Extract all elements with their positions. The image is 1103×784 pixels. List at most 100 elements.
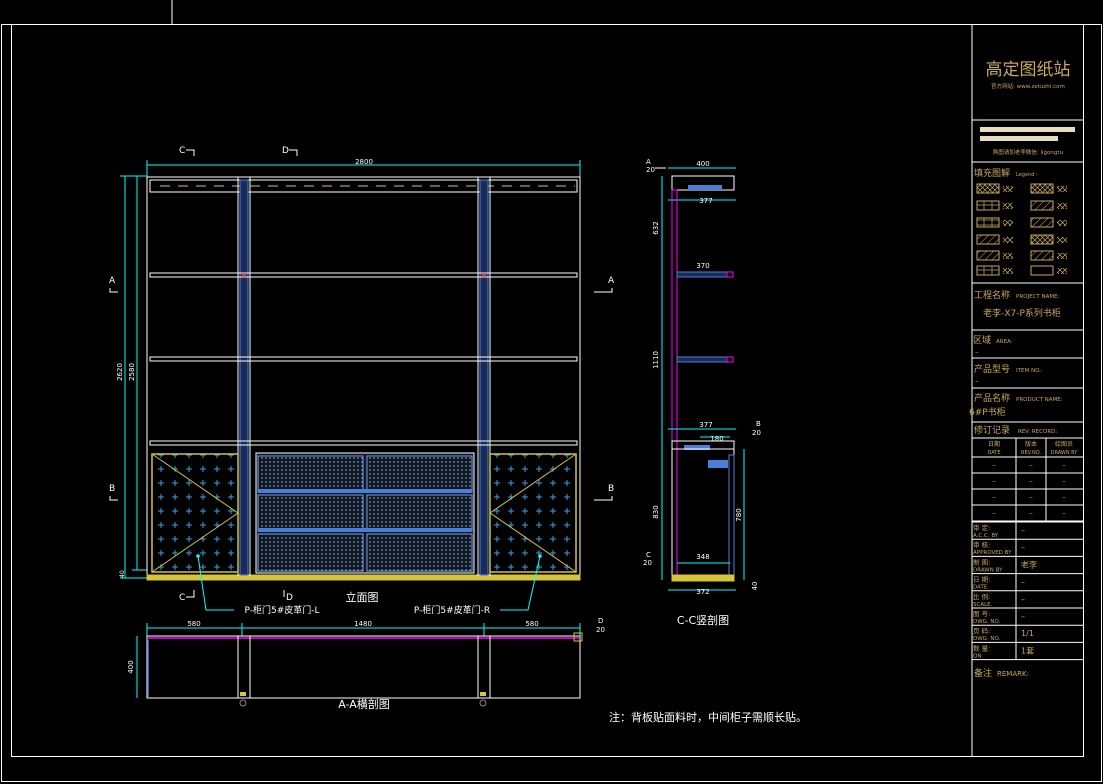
item-label: 产品型号 bbox=[974, 363, 1010, 375]
rev-cell: – bbox=[992, 461, 996, 469]
drawn-value: 老李 bbox=[1021, 559, 1037, 569]
acc-label: 审 定: bbox=[973, 523, 990, 532]
width-dim: 2800 bbox=[355, 158, 373, 166]
brand-title: 高定图纸站 bbox=[986, 60, 1071, 80]
door-left-label: P-柜门5#皮革门-L bbox=[244, 604, 319, 616]
sec-dim-632: 632 bbox=[652, 221, 660, 234]
remark-label: 备注 bbox=[974, 667, 992, 679]
sec-dim-377a: 377 bbox=[699, 197, 712, 205]
mark-b-left: B bbox=[109, 484, 115, 494]
plan-dim-left: 580 bbox=[187, 620, 200, 628]
mark-a-right: A bbox=[608, 276, 615, 286]
brand-site: 官方网站: www.zetuzhi.com bbox=[991, 82, 1065, 90]
height-dim-inner: 2580 bbox=[128, 363, 136, 381]
rev-cell: – bbox=[1029, 509, 1033, 517]
sec-dim-348: 348 bbox=[696, 553, 709, 561]
drawing-sheet: 高定图纸站 官方网站: www.zetuzhi.com 购图请加老李微信: li… bbox=[1, 0, 1102, 782]
elevation-view: C D 2800 2620 2580 40 A B A B C D 立面图 P-… bbox=[109, 146, 615, 616]
drawing-note: 注：背板贴面料时，中间柜子需顺长贴。 bbox=[609, 710, 807, 724]
plan-view: 580 1480 580 400 D 20 A-A横剖图 bbox=[127, 617, 605, 711]
revision-table: 日期 DATE 版本 REV.NO. 绘图员 DRAWN BY – – – – – – – – – – – – bbox=[972, 440, 1083, 522]
date-label-en: DATE. bbox=[973, 585, 989, 591]
acc-label-en: A.C.C. BY bbox=[973, 533, 999, 539]
dwg-value: – bbox=[1021, 612, 1025, 621]
rev-cell: – bbox=[1029, 493, 1033, 501]
acc-value: – bbox=[1021, 526, 1025, 535]
plan-dim-right: 580 bbox=[525, 620, 538, 628]
item-label-en: ITEM NO.: bbox=[1016, 368, 1043, 374]
sec-dim-180: 180 bbox=[710, 435, 723, 443]
appr-value: – bbox=[1021, 543, 1025, 552]
sec-mark-a: A bbox=[646, 158, 651, 166]
sec-top-dim: 400 bbox=[696, 160, 709, 168]
date-value: – bbox=[1021, 578, 1025, 587]
area-label: 区域 bbox=[973, 334, 991, 346]
sec-mark-b: B bbox=[756, 420, 761, 428]
area-value: – bbox=[975, 348, 979, 356]
plan-mark-d-num: 20 bbox=[596, 626, 605, 634]
scale-value: – bbox=[1021, 595, 1025, 604]
door-right-label: P-柜门5#皮革门-R bbox=[414, 604, 490, 616]
sec-dim-370: 370 bbox=[696, 262, 709, 270]
rev-label: 修订记录 bbox=[974, 424, 1010, 436]
mark-c-bottom: C bbox=[179, 593, 185, 603]
sheet-border bbox=[1, 24, 1102, 782]
project-value: 老李-X7-P系列书柜 bbox=[983, 307, 1061, 319]
sec-dim-372: 372 bbox=[696, 588, 709, 596]
rev-cell: – bbox=[1062, 509, 1066, 517]
dwg-label-en: DWG. NO. bbox=[973, 619, 1001, 625]
legend-swatches bbox=[976, 183, 1067, 276]
sec-dim-40: 40 bbox=[751, 582, 759, 591]
legend-title: 填充图解 bbox=[974, 167, 1010, 179]
project-label: 工程名称 bbox=[974, 289, 1010, 301]
rev-header-en: REV.NO. bbox=[1021, 450, 1041, 456]
right-door bbox=[489, 453, 577, 573]
sec-dim-377b: 377 bbox=[699, 421, 712, 429]
mark-c-top: C bbox=[179, 146, 185, 156]
sec-dim-780: 780 bbox=[735, 508, 743, 521]
plan-mark-d: D bbox=[598, 617, 603, 625]
plan-dim-mid: 1480 bbox=[354, 620, 372, 628]
legend-sub: Legend : bbox=[1016, 172, 1038, 178]
mark-b-right: B bbox=[608, 484, 614, 494]
dwg-label: 图 号: bbox=[973, 610, 990, 618]
page-label-en: DWG. NO. bbox=[973, 636, 1001, 642]
rev-label-en: REV. RECORD: bbox=[1018, 429, 1057, 435]
appr-label: 审 核: bbox=[973, 540, 990, 549]
product-value: 6#P书柜 bbox=[969, 406, 1006, 418]
rev-header: 绘图员 bbox=[1055, 440, 1073, 448]
scale-label-en: SCALE. bbox=[973, 602, 993, 608]
contact-text: 购图请加老李微信: ligongtu bbox=[993, 148, 1063, 156]
height-dim-outer: 2620 bbox=[116, 363, 124, 381]
page-label: 页 码: bbox=[973, 627, 990, 635]
rev-cell: – bbox=[1029, 477, 1033, 485]
date-label: 日 期: bbox=[973, 576, 990, 584]
product-label: 产品名称 bbox=[974, 392, 1010, 404]
sec-dim-1110: 1110 bbox=[652, 351, 660, 369]
rev-cell: – bbox=[992, 509, 996, 517]
plan-caption: A-A横剖图 bbox=[338, 697, 390, 711]
left-door bbox=[151, 453, 239, 573]
qty-label-en: QN. bbox=[973, 653, 983, 659]
plan-depth-dim: 400 bbox=[127, 660, 135, 673]
rev-cell: – bbox=[1062, 493, 1066, 501]
section-caption: C-C竖剖图 bbox=[677, 613, 729, 627]
qty-label: 数 量: bbox=[973, 643, 990, 652]
sec-mark-c-num: 20 bbox=[643, 559, 652, 567]
scale-label: 比 例: bbox=[973, 592, 990, 601]
page-value: 1/1 bbox=[1021, 629, 1034, 638]
rev-header: 版本 bbox=[1025, 440, 1037, 448]
rev-cell: – bbox=[1029, 461, 1033, 469]
rev-header-en: DATE bbox=[987, 450, 1000, 456]
appr-label-en: APPROVED BY bbox=[973, 550, 1012, 556]
rev-header: 日期 bbox=[988, 440, 1000, 448]
mark-a-left: A bbox=[109, 276, 116, 286]
project-label-en: PROJECT NAME: bbox=[1016, 294, 1060, 300]
sec-dim-830: 830 bbox=[652, 505, 660, 518]
rev-header-en: DRAWN BY bbox=[1051, 450, 1079, 456]
rev-cell: – bbox=[992, 477, 996, 485]
drawn-label: 制 图: bbox=[973, 557, 990, 566]
product-label-en: PRODUCT NAME: bbox=[1016, 397, 1063, 403]
rev-cell: – bbox=[992, 493, 996, 501]
rev-cell: – bbox=[1062, 461, 1066, 469]
